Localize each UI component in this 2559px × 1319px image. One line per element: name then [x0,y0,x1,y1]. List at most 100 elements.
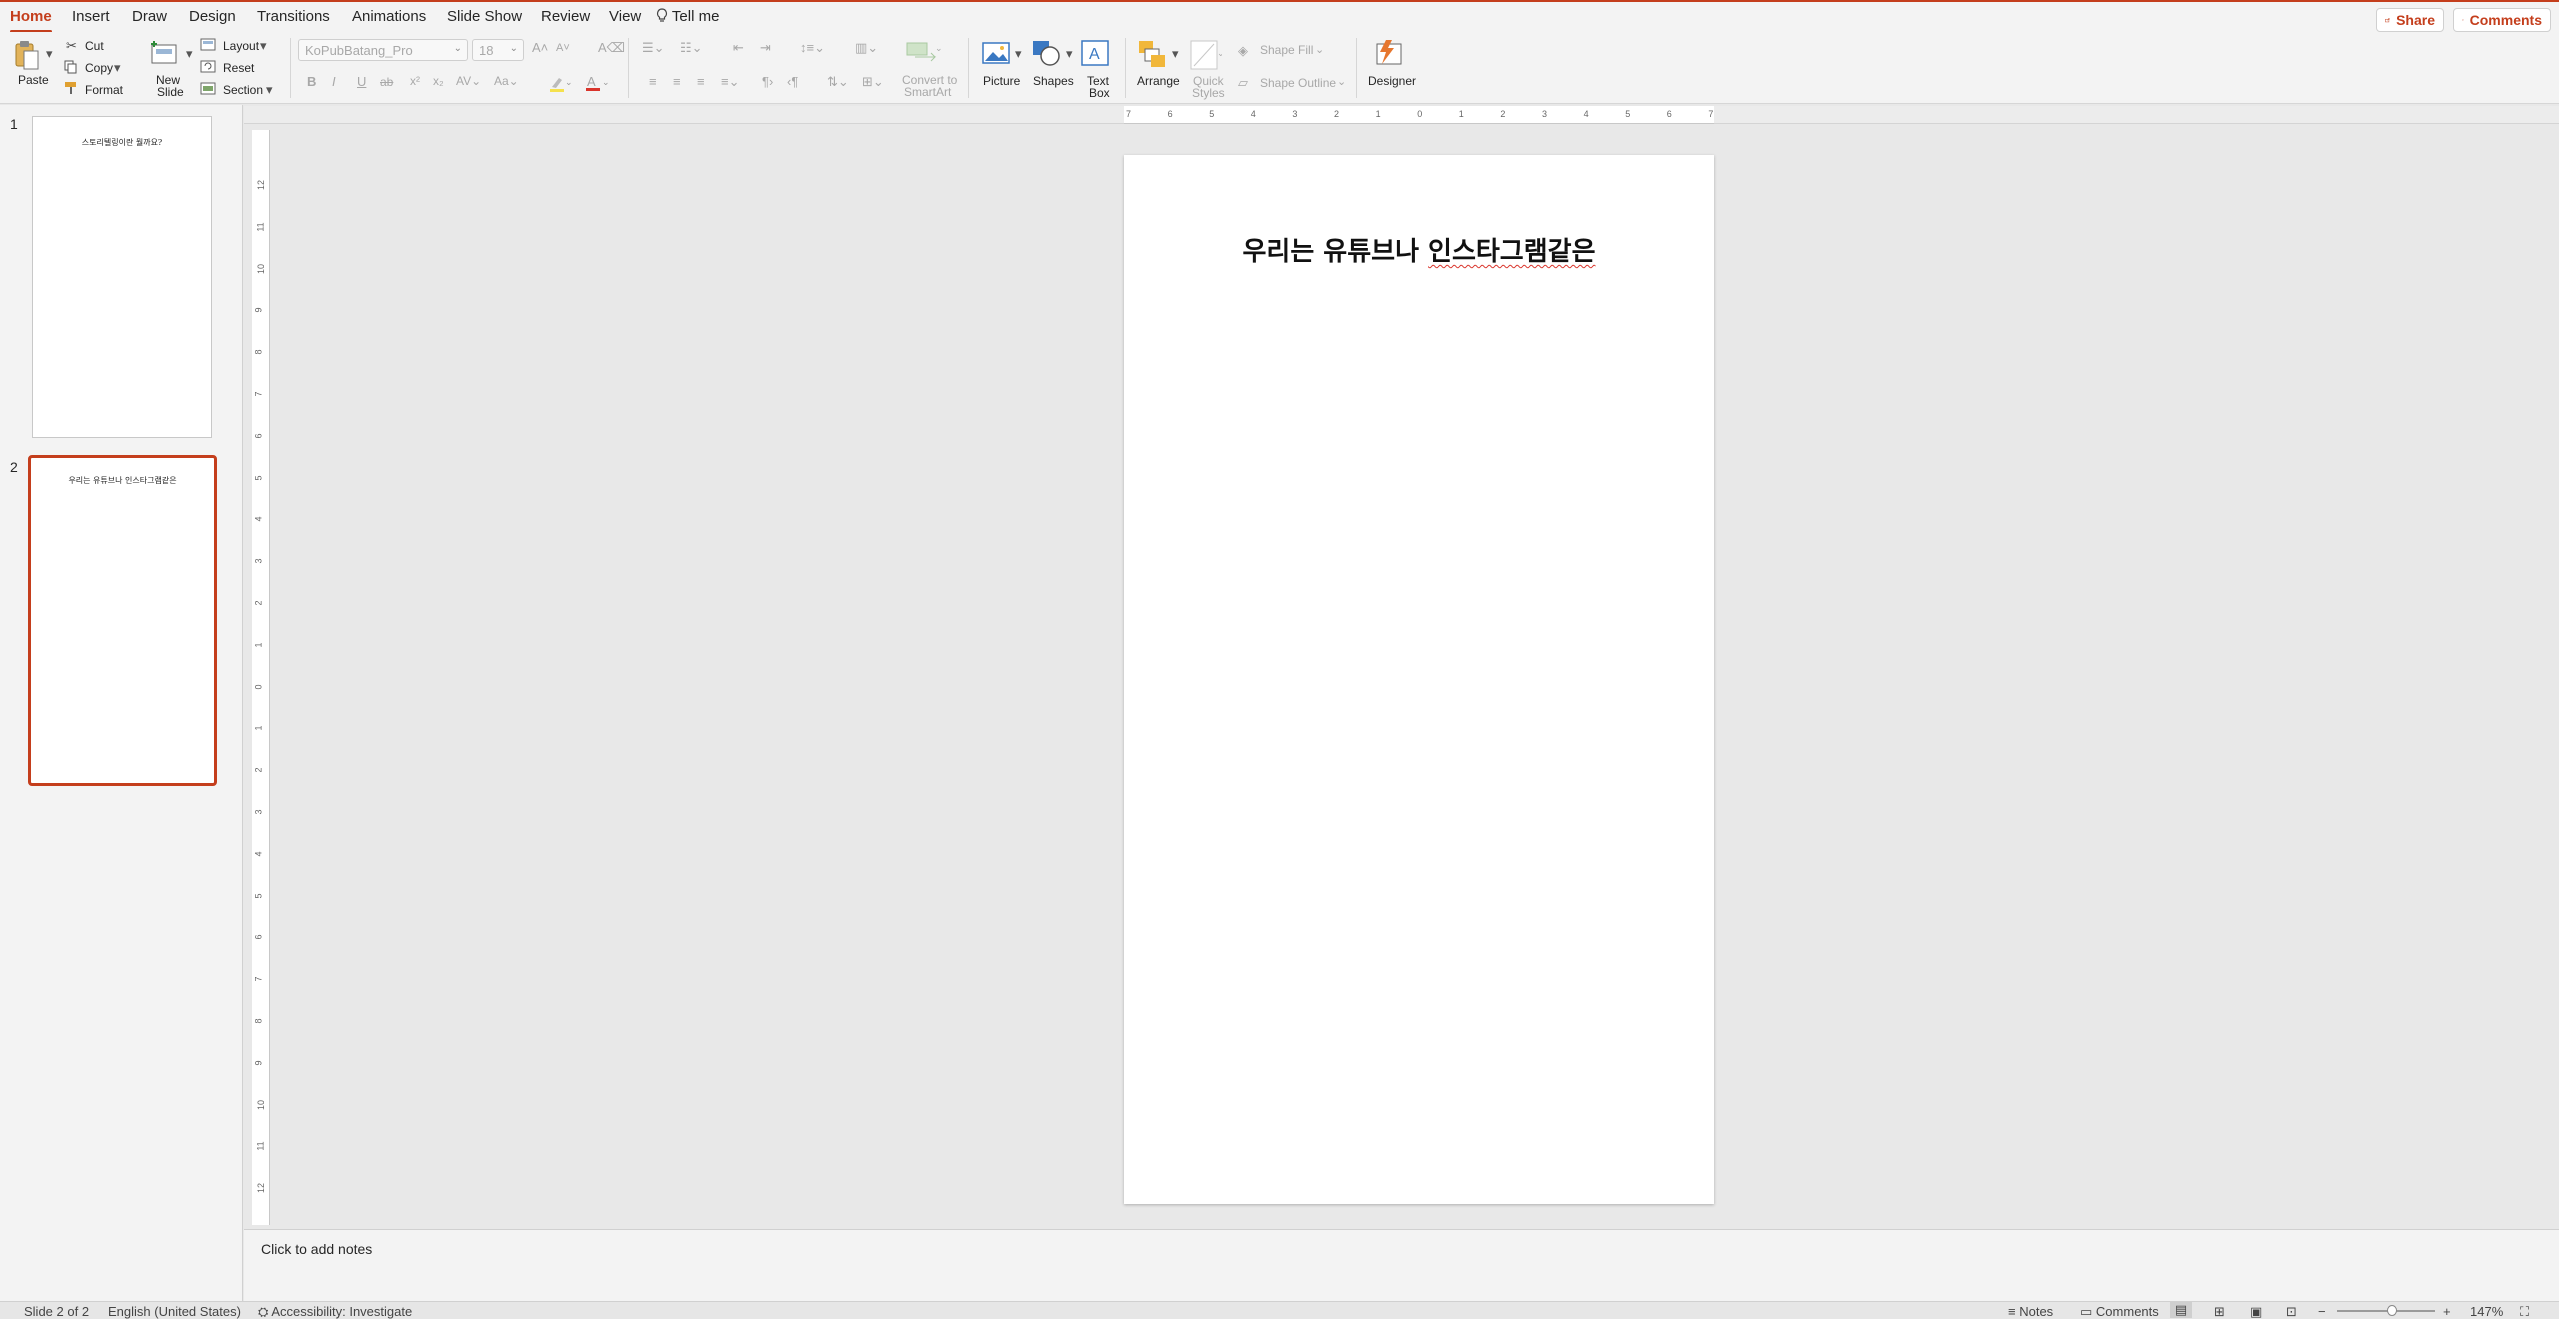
clear-formatting-icon[interactable]: A⌫ [598,40,625,56]
shape-fill-icon[interactable]: ◈ [1238,43,1248,59]
zoom-in-button[interactable]: + [2443,1304,2451,1319]
tab-draw[interactable]: Draw [132,8,167,25]
justify-icon[interactable]: ≡⌄ [721,74,739,90]
slide-title-textbox[interactable]: 우리는 유튜브나 인스타그램같은 [1124,231,1714,268]
format-painter-icon[interactable] [64,81,78,95]
arrange-label: Arrange [1137,74,1180,88]
normal-view-button[interactable]: ▤ [2170,1302,2192,1318]
copy-dropdown-icon[interactable]: ▾ [114,60,121,76]
increase-indent-icon[interactable]: ⇥ [760,40,771,56]
bold-icon[interactable]: B [307,74,316,89]
numbering-icon[interactable]: ☷⌄ [680,40,703,56]
ruler-tick: 5 [1625,109,1631,119]
highlight-icon[interactable]: ⌄ [549,75,571,93]
arrange-dropdown-icon[interactable]: ▾ [1172,46,1179,62]
paste-dropdown-icon[interactable]: ▾ [46,46,53,62]
tab-review[interactable]: Review [541,8,590,25]
tell-me-search[interactable]: Tell me [656,8,719,25]
section-icon[interactable] [200,82,216,95]
superscript-icon[interactable]: x² [410,74,420,88]
notes-pane[interactable]: Click to add notes [244,1229,2559,1301]
shape-fill-button[interactable]: Shape Fill [1260,44,1313,57]
designer-icon[interactable] [1372,38,1406,68]
tab-transitions[interactable]: Transitions [257,8,330,25]
layout-button[interactable]: Layout [223,40,259,53]
smartart-icon[interactable]: ⌄ [905,39,945,63]
comments-button[interactable]: Comments [2453,8,2551,32]
tab-design[interactable]: Design [189,8,236,25]
section-dropdown-icon[interactable]: ▾ [266,82,273,98]
new-slide-dropdown-icon[interactable]: ▾ [186,46,193,62]
reading-view-button[interactable]: ▣ [2250,1304,2262,1319]
arrange-icon[interactable] [1137,39,1169,69]
accessibility-checker[interactable]: ⛭ Accessibility: Investigate [258,1304,412,1319]
picture-icon[interactable] [982,41,1012,65]
character-spacing-icon[interactable]: AV⌄ [456,74,481,88]
layout-dropdown-icon[interactable]: ▾ [260,38,267,54]
reset-button[interactable]: Reset [223,62,254,75]
svg-text:A: A [1089,46,1100,63]
slide-2[interactable]: 우리는 유튜브나 인스타그램같은 [1124,155,1714,1204]
scissors-icon[interactable]: ✂ [66,38,77,54]
shape-fill-dropdown-icon[interactable]: ⌄ [1315,43,1324,56]
tab-insert[interactable]: Insert [72,8,110,25]
font-name-combo[interactable]: KoPubBatang_Pro ⌄ [298,39,468,61]
align-left-icon[interactable]: ≡ [649,74,657,89]
shape-outline-icon[interactable]: ▱ [1238,75,1248,91]
align-text-icon[interactable]: ⊞⌄ [862,74,884,90]
change-case-icon[interactable]: Aa⌄ [494,74,519,88]
font-color-icon[interactable]: A ⌄ [585,74,609,93]
notes-toggle[interactable]: ≡ Notes [2008,1304,2053,1319]
underline-icon[interactable]: U [357,74,366,89]
decrease-indent-icon[interactable]: ⇤ [733,40,744,56]
cut-button[interactable]: Cut [85,40,104,53]
tab-home[interactable]: Home [10,8,52,33]
slideshow-button[interactable]: ⊡ [2286,1304,2297,1319]
paste-icon[interactable] [14,39,40,71]
line-spacing-icon[interactable]: ↕≡⌄ [800,40,825,56]
shape-outline-dropdown-icon[interactable]: ⌄ [1337,75,1346,88]
slide-thumbnail-1[interactable]: 스토리텔링이란 뭘까요? [32,116,212,438]
format-painter-button[interactable]: Format [85,84,123,97]
shape-outline-button[interactable]: Shape Outline [1260,77,1336,90]
copy-icon[interactable] [64,60,78,74]
slide-sorter-button[interactable]: ⊞ [2214,1304,2225,1319]
reset-icon[interactable] [200,60,216,73]
ltr-direction-icon[interactable]: ¶› [762,74,773,89]
align-right-icon[interactable]: ≡ [697,74,705,89]
slide-thumbnail-2[interactable]: 우리는 유튜브나 인스타그램같은 [28,455,217,786]
language-indicator[interactable]: English (United States) [108,1304,241,1319]
font-size-combo[interactable]: 18 ⌄ [472,39,524,61]
shapes-icon[interactable] [1031,39,1063,67]
share-button[interactable]: Share [2376,8,2444,32]
tab-slide-show[interactable]: Slide Show [447,8,522,25]
strikethrough-icon[interactable]: ab [380,75,393,89]
shrink-font-icon[interactable]: A˅ [556,42,570,54]
quick-styles-icon[interactable]: ⌄ [1190,40,1222,70]
align-center-icon[interactable]: ≡ [673,74,681,89]
new-slide-icon[interactable] [150,39,182,67]
section-button[interactable]: Section [223,84,263,97]
italic-icon[interactable]: I [332,74,336,89]
text-direction-icon[interactable]: ⇅⌄ [827,74,849,90]
zoom-out-button[interactable]: − [2318,1304,2326,1319]
zoom-slider-thumb[interactable] [2387,1305,2397,1316]
text-box-icon[interactable]: A [1081,40,1109,66]
ruler-tick: 6 [1666,109,1672,119]
shapes-dropdown-icon[interactable]: ▾ [1066,46,1073,62]
grow-font-icon[interactable]: A˄ [532,40,548,55]
layout-icon[interactable] [200,38,216,51]
rtl-direction-icon[interactable]: ‹¶ [787,74,798,89]
bullets-icon[interactable]: ☰⌄ [642,40,665,56]
comments-toggle[interactable]: ▭ Comments [2080,1304,2159,1319]
copy-button[interactable]: Copy [85,62,113,75]
zoom-slider-track[interactable] [2337,1310,2435,1312]
tab-view[interactable]: View [609,8,641,25]
columns-icon[interactable]: ▥⌄ [855,40,878,56]
fit-slide-button[interactable]: ⛶ [2520,1304,2529,1319]
picture-dropdown-icon[interactable]: ▾ [1015,46,1022,62]
ruler-tick: 6 [253,433,264,439]
zoom-level[interactable]: 147% [2470,1304,2503,1319]
tab-animations[interactable]: Animations [352,8,426,25]
subscript-icon[interactable]: x₂ [433,74,444,88]
